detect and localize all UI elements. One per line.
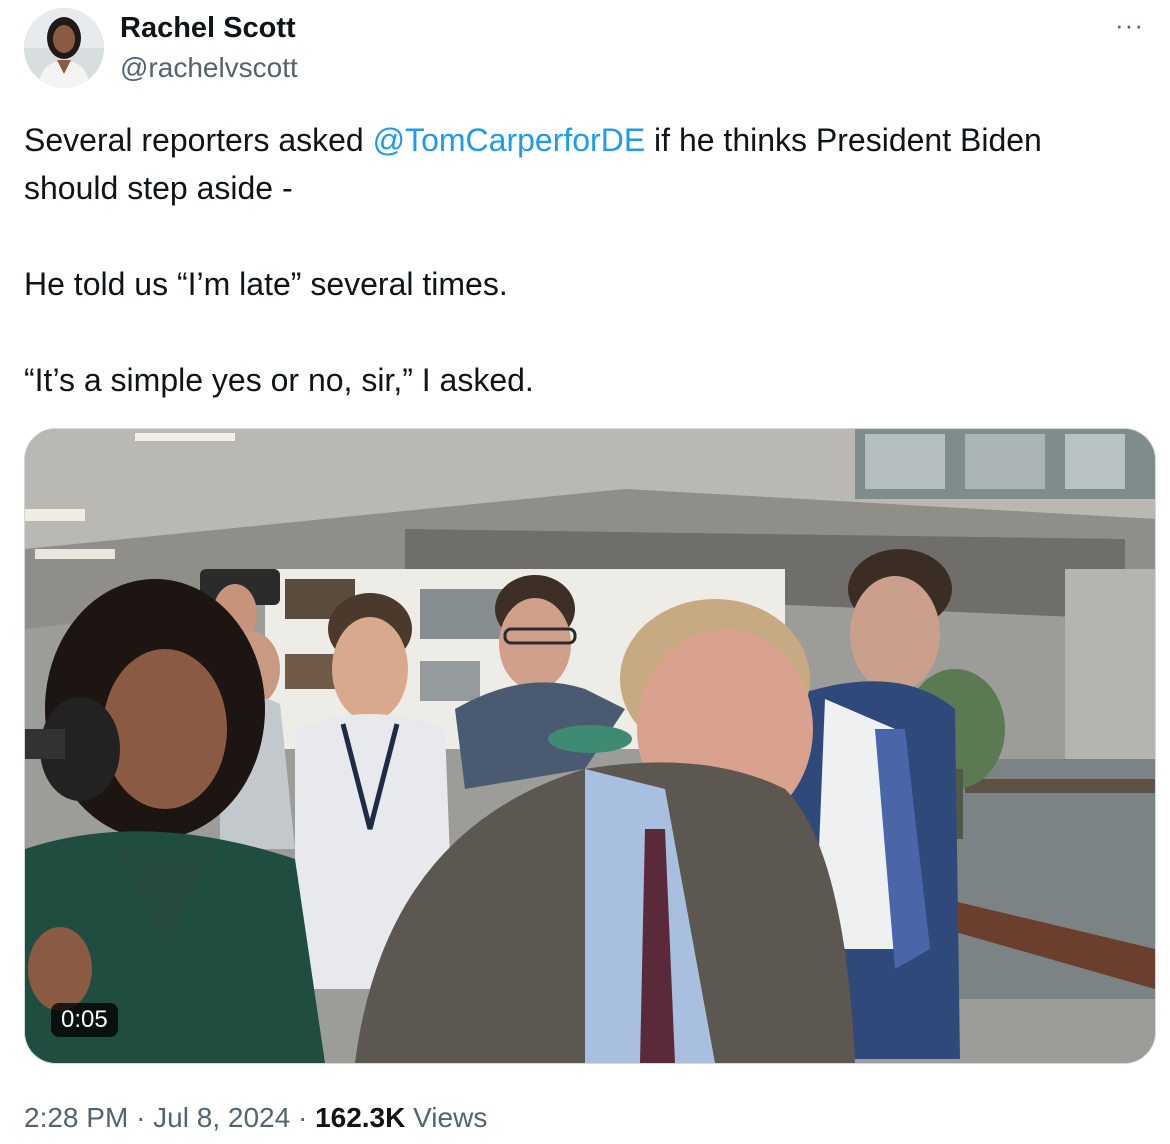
tweet-paragraph-3: “It’s a simple yes or no, sir,” I asked.	[24, 362, 534, 398]
ceiling-light	[135, 433, 235, 441]
tweet-text-segment: Several reporters asked	[24, 122, 373, 158]
avatar-image	[24, 8, 104, 88]
tweet-text: Several reporters asked @TomCarperforDE …	[24, 116, 1144, 404]
views-label: Views	[413, 1102, 488, 1133]
tweet-time[interactable]: 2:28 PM	[24, 1102, 128, 1133]
video-player[interactable]: 0:05	[24, 428, 1156, 1064]
mention-link[interactable]: @TomCarperforDE	[373, 122, 646, 158]
more-options-icon[interactable]: ···	[1115, 10, 1144, 40]
author-handle[interactable]: @rachelvscott	[120, 50, 298, 86]
meta-separator: ·	[136, 1102, 146, 1133]
views-count: 162.3K	[315, 1102, 406, 1133]
video-duration-badge: 0:05	[51, 1003, 118, 1037]
tweet-paragraph-1: Several reporters asked @TomCarperforDE …	[24, 116, 1144, 212]
tweet-meta: 2:28 PM · Jul 8, 2024 · 162.3K Views	[24, 1098, 487, 1138]
ceiling-light	[25, 509, 85, 521]
avatar[interactable]	[24, 8, 104, 88]
video-frame	[25, 429, 1155, 1063]
meta-separator: ·	[297, 1102, 308, 1133]
author-name[interactable]: Rachel Scott	[120, 10, 296, 46]
tweet-date[interactable]: Jul 8, 2024	[153, 1102, 290, 1133]
tweet-paragraph-2: He told us “I’m late” several times.	[24, 266, 508, 302]
ceiling-light	[35, 549, 115, 559]
